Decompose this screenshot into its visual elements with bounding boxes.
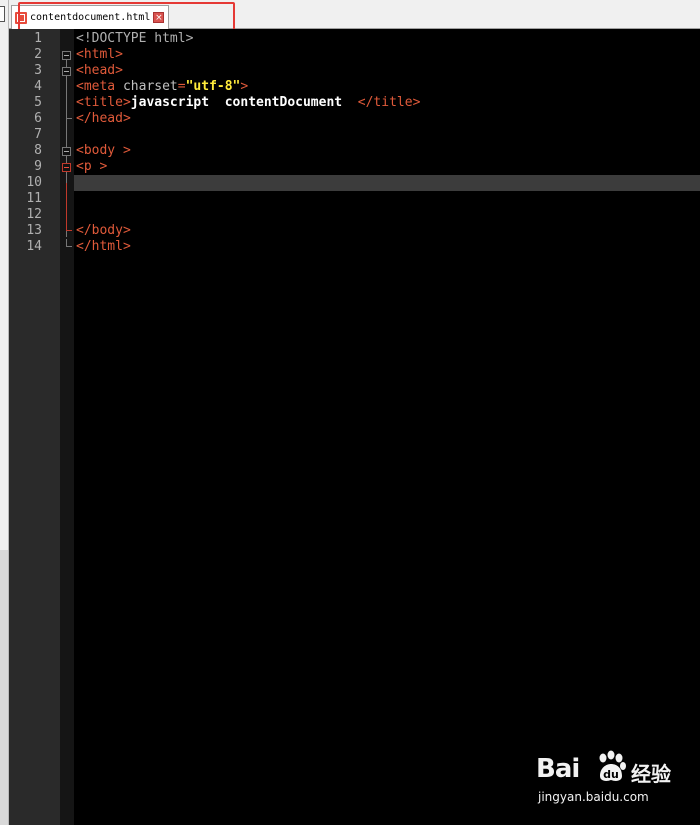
code-line-2[interactable]: 2 <html> bbox=[9, 47, 700, 63]
tag-token: <meta bbox=[76, 79, 123, 94]
string-token: "utf-8" bbox=[185, 79, 241, 94]
fold-end-marker bbox=[66, 239, 72, 247]
line-number: 11 bbox=[26, 191, 42, 206]
tag-token: <p > bbox=[76, 159, 108, 174]
tag-token: <title> bbox=[76, 95, 131, 110]
line-number: 10 bbox=[26, 175, 42, 190]
paw-icon: du bbox=[599, 750, 626, 781]
code-line-14[interactable]: 14 </html> bbox=[9, 239, 700, 255]
line-number: 12 bbox=[26, 207, 42, 222]
line-number: 9 bbox=[34, 159, 42, 174]
code-line-10[interactable]: 10 bbox=[9, 175, 700, 191]
line-number: 2 bbox=[34, 47, 42, 62]
watermark-brand-cn: 经验 bbox=[631, 762, 671, 786]
line-number: 6 bbox=[34, 111, 42, 126]
code-line-7[interactable]: 7 bbox=[9, 127, 700, 143]
code-line-9[interactable]: 9 <p > bbox=[9, 159, 700, 175]
window-left-edge bbox=[0, 0, 9, 825]
code-line-11[interactable]: 11 bbox=[9, 191, 700, 207]
code-line-8[interactable]: 8 <body > bbox=[9, 143, 700, 159]
code-line-6[interactable]: 6 </head> bbox=[9, 111, 700, 127]
line-number: 14 bbox=[26, 239, 42, 254]
fold-end-marker bbox=[66, 223, 72, 231]
tag-token: </html> bbox=[76, 239, 131, 254]
tag-token: > bbox=[240, 79, 249, 94]
equals-token: = bbox=[177, 79, 186, 94]
text-token: javascript contentDocument bbox=[130, 95, 358, 110]
svg-text:du: du bbox=[603, 768, 619, 781]
code-line-13[interactable]: 13 </body> bbox=[9, 223, 700, 239]
line-number: 8 bbox=[34, 143, 42, 158]
fold-toggle-icon[interactable] bbox=[62, 67, 71, 76]
window-edge-lower-panel bbox=[0, 550, 8, 825]
line-number: 7 bbox=[34, 127, 42, 142]
code-editor[interactable]: 1 <!DOCTYPE html> 2 <html> 3 <head> 4 <m… bbox=[9, 29, 700, 825]
fold-toggle-icon[interactable] bbox=[62, 147, 71, 156]
fold-toggle-icon[interactable] bbox=[62, 51, 71, 60]
tag-token: <body > bbox=[76, 143, 131, 158]
window-edge-handle[interactable] bbox=[0, 6, 5, 22]
tag-token: </body> bbox=[76, 223, 131, 238]
line-number: 3 bbox=[34, 63, 42, 78]
line-number: 4 bbox=[34, 79, 42, 94]
line-number: 5 bbox=[34, 95, 42, 110]
code-line-3[interactable]: 3 <head> bbox=[9, 63, 700, 79]
baidu-jingyan-watermark: Bai du 经验 jingyan.baidu.com bbox=[536, 748, 696, 810]
tag-token: </title> bbox=[357, 95, 421, 110]
tag-token: <head> bbox=[76, 63, 123, 78]
tag-token: </head> bbox=[76, 111, 131, 126]
line-number: 1 bbox=[34, 31, 42, 46]
doctype-token: <!DOCTYPE html> bbox=[76, 31, 194, 46]
fold-end-marker bbox=[66, 111, 72, 119]
current-line-highlight[interactable] bbox=[74, 175, 700, 191]
watermark-url: jingyan.baidu.com bbox=[538, 790, 649, 804]
fold-toggle-icon[interactable] bbox=[62, 163, 71, 172]
line-number: 13 bbox=[26, 223, 42, 238]
code-line-4[interactable]: 4 <meta charset="utf-8"> bbox=[9, 79, 700, 95]
code-line-1[interactable]: 1 <!DOCTYPE html> bbox=[9, 31, 700, 47]
watermark-brand: Bai bbox=[536, 754, 580, 784]
code-line-12[interactable]: 12 bbox=[9, 207, 700, 223]
tag-token: <html> bbox=[76, 47, 123, 62]
code-line-5[interactable]: 5 <title>javascript contentDocument </ti… bbox=[9, 95, 700, 111]
attribute-token: charset bbox=[122, 79, 178, 94]
code-lines: 1 <!DOCTYPE html> 2 <html> 3 <head> 4 <m… bbox=[9, 31, 700, 255]
